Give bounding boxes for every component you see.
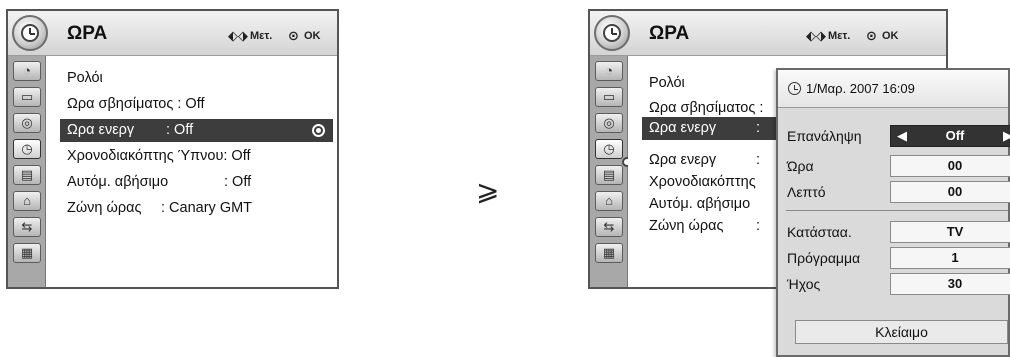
clock-icon <box>788 82 801 95</box>
repeat-row: Επανάληψη ◀ Off ▶ <box>787 124 1010 148</box>
volume-row: Ήχος 30 <box>787 272 1010 296</box>
ok-button-icon: ⊙ <box>288 28 299 43</box>
menu-item-clock[interactable]: Ρολόι <box>46 67 337 90</box>
close-button[interactable]: Κλείαιμο <box>795 320 1008 344</box>
lock-icon[interactable]: ⌂ <box>13 191 41 211</box>
lock-icon[interactable]: ⌂ <box>595 191 623 211</box>
program-row: Πρόγραμμα 1 <box>787 246 1010 270</box>
minute-row: Λεπτό 00 <box>787 180 1010 204</box>
menu-item-on-time[interactable]: Ωρα ενεργ : Off <box>60 119 333 142</box>
ok-hint: ⊙ OK <box>288 28 321 43</box>
move-hint: ⬖⬗ Μετ. <box>228 28 273 43</box>
hour-row: Ώρα 00 <box>787 154 1010 178</box>
popup-divider <box>786 210 1008 211</box>
minute-field[interactable]: 00 <box>890 181 1010 203</box>
clock-icon <box>12 15 48 51</box>
menu-titlebar: ΩΡΑ ⬖⬗ Μετ. ⊙ OK <box>8 11 337 56</box>
clock-icon <box>594 15 630 51</box>
audio-icon[interactable]: ◎ <box>13 113 41 133</box>
menu-item-off-time[interactable]: Ωρα σβησίματος : Off <box>46 93 337 116</box>
move-hint: ⬖⬗ Μετ. <box>806 28 851 43</box>
input-icon[interactable]: ⇆ <box>595 217 623 237</box>
mode-field[interactable]: TV <box>890 221 1010 243</box>
transition-arrow: ⩾ <box>476 175 500 206</box>
time-icon[interactable]: ◷ <box>13 139 41 159</box>
picture-icon[interactable]: ◔ <box>595 61 623 81</box>
menu-item-sleep-timer[interactable]: Χρονοδιακόπτης Ύπνου: Off <box>46 145 337 168</box>
ok-hint: ⊙ OK <box>866 28 899 43</box>
audio-icon[interactable]: ◎ <box>595 113 623 133</box>
menu-title: ΩΡΑ <box>649 23 690 44</box>
popup-datetime-header: 1/Μαρ. 2007 16:09 <box>778 70 1008 108</box>
menu-titlebar: ΩΡΑ ⬖⬗ Μετ. ⊙ OK <box>590 11 946 56</box>
hour-field[interactable]: 00 <box>890 155 1010 177</box>
right-arrow-icon[interactable]: ▶ <box>1003 126 1010 146</box>
ok-button-icon: ⊙ <box>866 28 877 43</box>
move-arrows-icon: ⬖⬗ <box>228 28 248 43</box>
menu-item-time-zone[interactable]: Ζώνη ώρας : Canary GMT <box>46 197 337 220</box>
move-arrows-icon: ⬖⬗ <box>806 28 826 43</box>
category-sidebar: ◔ ▭ ◎ ◷ ▤ ⌂ ⇆ ▦ <box>590 56 628 287</box>
menu-item-on-time-highlight[interactable]: Ωρα ενεργ : <box>642 117 796 140</box>
usb-icon[interactable]: ▦ <box>13 243 41 263</box>
selected-radio-icon <box>312 124 325 137</box>
option-icon[interactable]: ▤ <box>595 165 623 185</box>
program-field[interactable]: 1 <box>890 247 1010 269</box>
category-sidebar: ◔ ▭ ◎ ◷ ▤ ⌂ ⇆ ▦ <box>8 56 46 287</box>
screen-icon[interactable]: ▭ <box>595 87 623 107</box>
repeat-selector[interactable]: ◀ Off ▶ <box>890 125 1010 147</box>
input-icon[interactable]: ⇆ <box>13 217 41 237</box>
menu-title: ΩΡΑ <box>67 23 108 44</box>
usb-icon[interactable]: ▦ <box>595 243 623 263</box>
mode-row: Κατάσταα. TV <box>787 220 1010 244</box>
time-menu-list: Ρολόι Ωρα σβησίματος : Off Ωρα ενεργ : O… <box>46 56 337 287</box>
menu-item-auto-off[interactable]: Αυτόμ. αβήσιμο : Off <box>46 171 337 194</box>
volume-field[interactable]: 30 <box>890 273 1010 295</box>
screen-icon[interactable]: ▭ <box>13 87 41 107</box>
time-menu-panel-left: ΩΡΑ ⬖⬗ Μετ. ⊙ OK ◔ ▭ ◎ ◷ ▤ ⌂ ⇆ ▦ Ρολόι Ωρ… <box>6 9 339 289</box>
on-time-settings-popup: 1/Μαρ. 2007 16:09 Επανάληψη ◀ Off ▶ Ώρα … <box>776 68 1010 357</box>
left-arrow-icon[interactable]: ◀ <box>897 126 907 146</box>
time-icon[interactable]: ◷ <box>595 139 623 159</box>
picture-icon[interactable]: ◔ <box>13 61 41 81</box>
option-icon[interactable]: ▤ <box>13 165 41 185</box>
